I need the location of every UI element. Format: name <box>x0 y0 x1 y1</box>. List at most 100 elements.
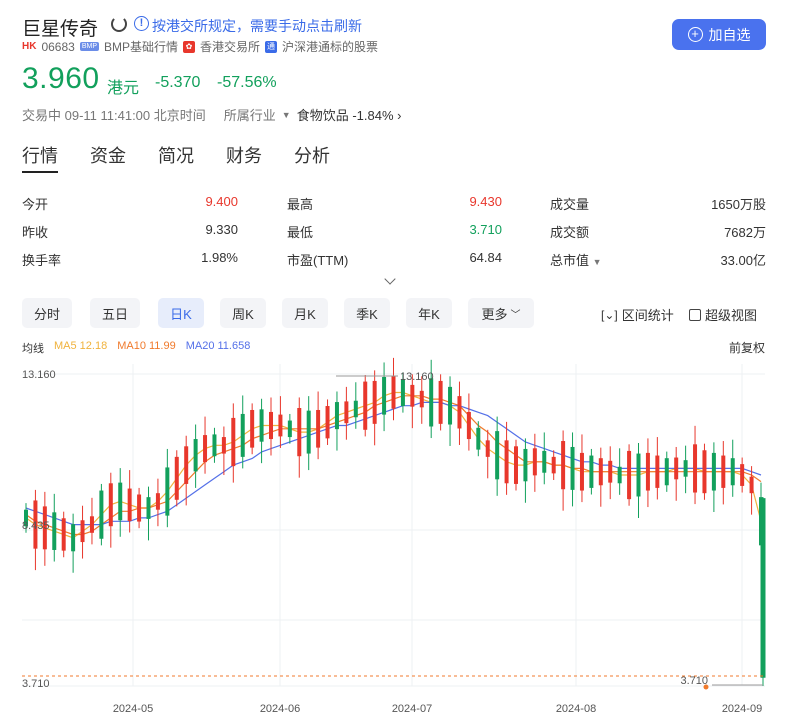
market-cap-label[interactable]: 总市值 ▼ <box>550 250 602 269</box>
industry-name: 食物饮品 <box>296 108 349 123</box>
price-change-pct: -57.56% <box>217 74 277 91</box>
connect-text: 沪深港通标的股票 <box>282 40 379 54</box>
candle-body <box>71 524 76 552</box>
period-yearly[interactable]: 年K <box>406 298 452 328</box>
market-cap-text: 总市值 <box>550 253 590 268</box>
prev-close-label: 昨收 <box>22 225 49 240</box>
candle-body <box>363 381 368 430</box>
ma20-value: MA20 11.658 <box>185 340 251 352</box>
candle-body <box>702 450 707 494</box>
chevron-right-icon: › <box>397 108 402 123</box>
industry-label: 所属行业 <box>223 108 276 123</box>
open-label: 今开 <box>22 197 49 212</box>
candle-body <box>749 476 754 494</box>
turnover-value: 1.98% <box>201 250 238 265</box>
hkex-icon: ✿ <box>183 40 196 53</box>
candle-body <box>598 458 603 486</box>
dropdown-icon: ▼ <box>281 109 291 120</box>
period-monthly[interactable]: 月K <box>282 298 328 328</box>
expand-chevron-icon[interactable] <box>384 273 396 285</box>
adjust-mode[interactable]: 前复权 <box>729 339 765 356</box>
candle-body <box>608 460 613 483</box>
x-tick-label: 2024-07 <box>392 703 432 715</box>
candle-body <box>476 427 481 450</box>
status-row: 交易中 09-11 11:41:00 北京时间 所属行业 ▼ 食物饮品 -1.8… <box>22 105 402 124</box>
tab-quote[interactable]: 行情 <box>22 142 58 168</box>
candle-body <box>721 455 726 488</box>
candle-body <box>693 444 698 493</box>
y-tick-label: 3.710 <box>22 678 50 690</box>
candle-body <box>297 408 302 457</box>
candle-body <box>466 411 471 440</box>
period-more[interactable]: 更多 ﹀ <box>468 298 534 328</box>
amount-value: 7682万 <box>724 225 766 240</box>
candle-body <box>542 450 547 473</box>
tab-profile[interactable]: 简况 <box>158 142 194 168</box>
prev-close-value: 9.330 <box>205 222 238 237</box>
price-change: -5.370 <box>155 74 201 91</box>
candle-body <box>674 457 679 480</box>
candle-body <box>231 417 236 467</box>
refresh-icon[interactable] <box>111 16 127 32</box>
pe-value: 64.84 <box>469 250 502 265</box>
candle-body <box>419 390 424 408</box>
currency: 港元 <box>107 80 140 97</box>
candle-body <box>127 488 132 521</box>
candle-body <box>655 455 660 488</box>
connect-icon: 通 <box>265 40 278 53</box>
candle-body <box>457 396 462 429</box>
tab-finance[interactable]: 财务 <box>226 142 262 168</box>
tab-analysis[interactable]: 分析 <box>294 142 330 168</box>
candle-body <box>532 448 537 476</box>
chevron-down-icon: ﹀ <box>510 309 521 321</box>
super-view-icon <box>689 308 701 321</box>
x-tick-label: 2024-06 <box>260 703 300 715</box>
candlestick-chart[interactable]: 13.160 8.435 3.710 2024-05 2024-06 2024-07 202… <box>0 356 787 718</box>
candle-body <box>174 456 179 500</box>
high-label: 最高 <box>287 197 314 212</box>
candle-body <box>504 440 509 484</box>
stock-meta: HK 06683 BMP BMP基础行情 ✿ 香港交易所 通 沪深港通标的股票 <box>22 38 378 55</box>
candle-body <box>617 466 622 484</box>
candle-body <box>636 453 641 497</box>
period-5day[interactable]: 五日 <box>90 298 140 328</box>
candle-body <box>155 493 160 510</box>
more-label: 更多 <box>481 306 508 322</box>
industry-link[interactable]: 食物饮品 -1.84% › <box>297 105 402 124</box>
candle-body <box>306 410 311 454</box>
candle-body <box>89 516 94 533</box>
candle-body <box>193 439 198 472</box>
refresh-notice[interactable]: 按港交所规定，需要手动点击刷新 <box>152 16 362 36</box>
high-value: 9.430 <box>469 194 502 209</box>
candle-body <box>221 437 226 454</box>
period-quarterly[interactable]: 季K <box>344 298 390 328</box>
add-watchlist-button[interactable]: + 加自选 <box>672 19 766 50</box>
candle-body <box>80 520 85 543</box>
candle-body <box>485 440 490 457</box>
candle-body <box>269 411 273 440</box>
interval-label: 区间统计 <box>621 308 674 323</box>
tab-funds[interactable]: 资金 <box>90 142 126 168</box>
dropdown-icon: ▼ <box>592 257 602 267</box>
candle-body <box>410 384 415 407</box>
bmp-text: BMP基础行情 <box>104 40 179 54</box>
period-daily[interactable]: 日K <box>158 298 204 328</box>
candle-body <box>448 386 453 425</box>
amount-label: 成交额 <box>550 225 590 240</box>
candle-body <box>391 376 396 409</box>
candle-body <box>118 482 123 521</box>
candle-body <box>711 452 716 491</box>
max-price-label: 13.160 <box>400 371 434 383</box>
interval-stats-button[interactable]: [⌄] 区间统计 <box>601 305 674 324</box>
bmp-icon: BMP <box>79 42 99 51</box>
candle-body <box>740 464 745 486</box>
candle-body <box>400 378 405 407</box>
super-view-button[interactable]: 超级视图 <box>689 305 757 324</box>
candle-body <box>730 458 735 486</box>
period-intraday[interactable]: 分时 <box>22 298 72 328</box>
candle-body <box>259 409 264 442</box>
ma10-value: MA10 11.99 <box>117 340 176 352</box>
period-weekly[interactable]: 周K <box>220 298 266 328</box>
candle-body <box>664 458 669 486</box>
active-tab-indicator <box>22 171 58 173</box>
